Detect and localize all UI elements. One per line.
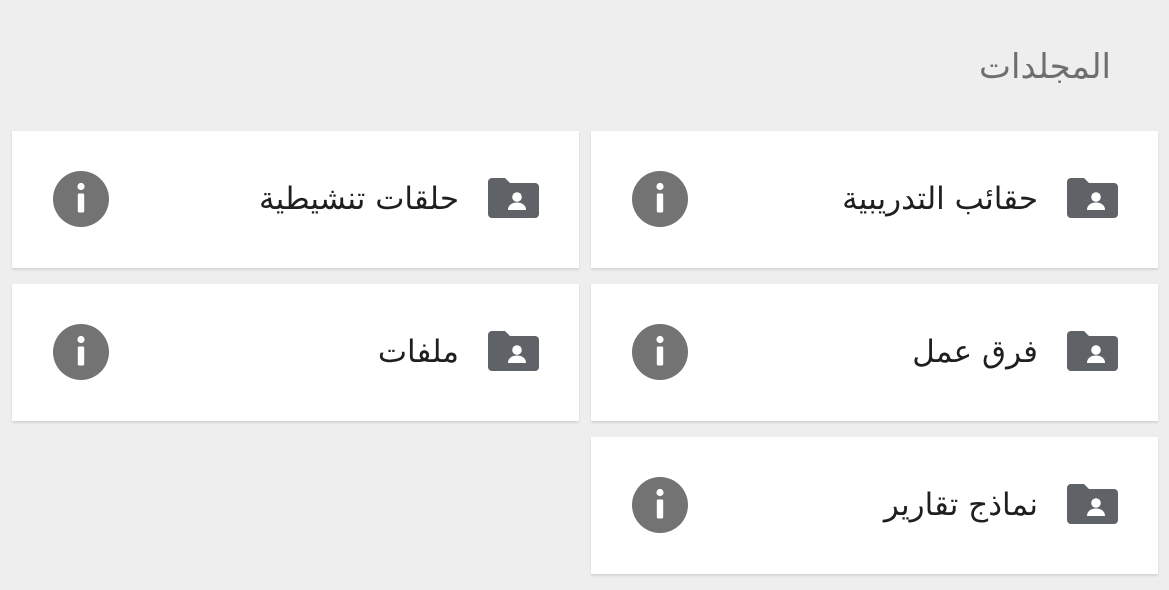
shared-folder-icon: [1067, 484, 1118, 524]
shared-folder-icon: [488, 331, 539, 371]
folder-card[interactable]: نماذج تقارير: [591, 437, 1158, 574]
folder-name: فرق عمل: [912, 334, 1038, 370]
folder-name: حلقات تنشيطية: [259, 181, 459, 217]
folder-card[interactable]: فرق عمل: [591, 284, 1158, 421]
folder-card[interactable]: ملفات: [12, 284, 579, 421]
info-icon: [632, 324, 688, 380]
info-icon: [632, 171, 688, 227]
folder-name: نماذج تقارير: [883, 487, 1038, 523]
info-icon: [632, 477, 688, 533]
folder-name: حقائب التدريبية: [842, 181, 1038, 217]
folder-card[interactable]: حلقات تنشيطية: [12, 131, 579, 268]
shared-folder-icon: [1067, 331, 1118, 371]
folder-name: ملفات: [377, 334, 459, 370]
info-button[interactable]: [53, 324, 109, 380]
info-icon: [53, 171, 109, 227]
shared-folder-icon: [1067, 178, 1118, 218]
folder-card[interactable]: حقائب التدريبية: [591, 131, 1158, 268]
info-button[interactable]: [53, 171, 109, 227]
info-button[interactable]: [632, 477, 688, 533]
section-title: المجلدات: [979, 47, 1111, 87]
info-icon: [53, 324, 109, 380]
info-button[interactable]: [632, 171, 688, 227]
shared-folder-icon: [488, 178, 539, 218]
info-button[interactable]: [632, 324, 688, 380]
